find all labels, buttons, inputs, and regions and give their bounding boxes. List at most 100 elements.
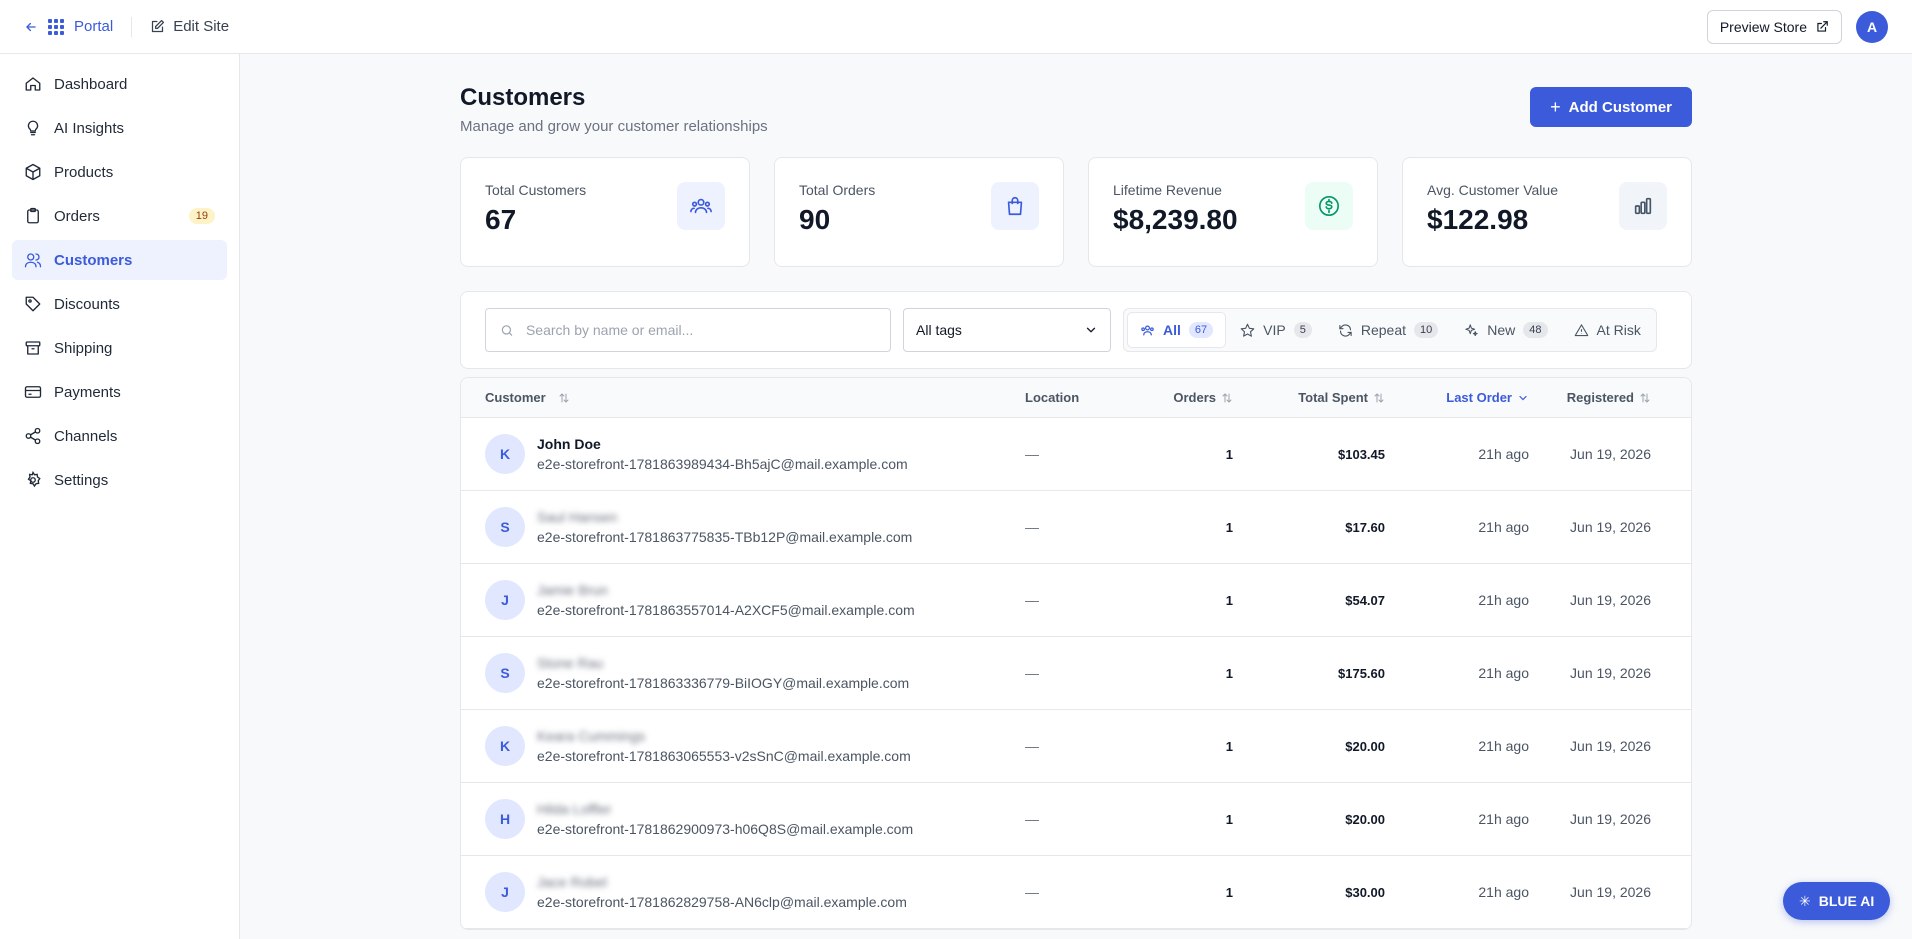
column-label: Location bbox=[1025, 390, 1080, 405]
customer-name[interactable]: Hilda Loffler bbox=[537, 801, 913, 817]
sidebar-item-products[interactable]: Products bbox=[12, 152, 227, 192]
sidebar-item-channels[interactable]: Channels bbox=[12, 416, 227, 456]
edit-site-link[interactable]: Edit Site bbox=[150, 18, 229, 35]
orders-cell: 1 bbox=[1225, 446, 1233, 462]
column-last-order[interactable]: Last Order bbox=[1385, 390, 1529, 405]
archive-icon bbox=[25, 341, 41, 355]
sidebar-item-label: Customers bbox=[54, 251, 133, 269]
stat-card-avg-customer-value: Avg. Customer Value $122.98 bbox=[1402, 157, 1692, 267]
portal-label: Portal bbox=[74, 18, 114, 35]
blue-ai-button[interactable]: ✳ BLUE AI bbox=[1783, 882, 1891, 920]
customer-cell: H Hilda Loffler e2e-storefront-17818629009… bbox=[461, 799, 1025, 839]
sidebar: Dashboard AI Insights Products Orders 19… bbox=[0, 54, 240, 939]
registered-cell: Jun 19, 2026 bbox=[1570, 519, 1651, 535]
customer-email: e2e-storefront-1781863065553-v2sSnC@mail… bbox=[537, 748, 911, 764]
customer-email: e2e-storefront-1781863557014-A2XCF5@mail… bbox=[537, 602, 915, 618]
customer-name[interactable]: Jace Robel bbox=[537, 874, 907, 890]
column-location: Location bbox=[1025, 390, 1133, 405]
sidebar-item-payments[interactable]: Payments bbox=[12, 372, 227, 412]
segment-repeat[interactable]: Repeat 10 bbox=[1326, 312, 1450, 348]
sort-icon bbox=[1640, 392, 1650, 403]
customer-name[interactable]: Jamie Brun bbox=[537, 582, 915, 598]
registered-cell: Jun 19, 2026 bbox=[1570, 811, 1651, 827]
location-cell: — bbox=[1025, 665, 1039, 681]
segment-at-risk[interactable]: At Risk bbox=[1562, 312, 1653, 348]
table-row[interactable]: J Jamie Brun e2e-storefront-1781863557014-… bbox=[461, 564, 1691, 637]
portal-link[interactable]: Portal bbox=[24, 18, 113, 35]
preview-store-label: Preview Store bbox=[1719, 18, 1807, 35]
registered-cell: Jun 19, 2026 bbox=[1570, 665, 1651, 681]
segment-new[interactable]: New 48 bbox=[1452, 312, 1559, 348]
column-registered[interactable]: Registered bbox=[1529, 390, 1675, 405]
users-icon bbox=[677, 182, 725, 230]
sparkle-icon bbox=[1465, 323, 1478, 336]
sidebar-item-label: AI Insights bbox=[54, 119, 125, 137]
stat-card-total-orders: Total Orders 90 bbox=[774, 157, 1064, 267]
sidebar-item-orders[interactable]: Orders 19 bbox=[12, 196, 227, 236]
user-avatar[interactable]: A bbox=[1856, 10, 1888, 43]
search-box bbox=[485, 308, 891, 352]
last-order-cell: 21h ago bbox=[1478, 665, 1529, 681]
segment-vip[interactable]: VIP 5 bbox=[1228, 312, 1324, 348]
top-bar: Portal Edit Site Preview Store A bbox=[0, 0, 1912, 54]
home-icon bbox=[25, 77, 41, 91]
orders-cell: 1 bbox=[1225, 519, 1233, 535]
sidebar-item-ai-insights[interactable]: AI Insights bbox=[12, 108, 227, 148]
customer-name[interactable]: Keara Cummings bbox=[537, 728, 911, 744]
users-icon bbox=[1141, 325, 1154, 335]
external-link-icon bbox=[1817, 20, 1828, 32]
search-input[interactable] bbox=[525, 322, 876, 338]
customer-cell: J Jace Robel e2e-storefront-1781862829758-… bbox=[461, 872, 1025, 912]
segment-count: 5 bbox=[1293, 322, 1312, 338]
customer-name[interactable]: Saul Hansen bbox=[537, 509, 912, 525]
segment-label: New bbox=[1487, 322, 1516, 338]
column-orders[interactable]: Orders bbox=[1133, 390, 1233, 405]
last-order-cell: 21h ago bbox=[1478, 592, 1529, 608]
registered-cell: Jun 19, 2026 bbox=[1570, 738, 1651, 754]
page-subtitle: Manage and grow your customer relationsh… bbox=[460, 118, 768, 135]
grid-icon bbox=[48, 18, 64, 35]
sidebar-item-dashboard[interactable]: Dashboard bbox=[12, 64, 227, 104]
sidebar-item-discounts[interactable]: Discounts bbox=[12, 284, 227, 324]
sidebar-item-shipping[interactable]: Shipping bbox=[12, 328, 227, 368]
sidebar-item-settings[interactable]: Settings bbox=[12, 460, 227, 500]
table-row[interactable]: K John Doe e2e-storefront-1781863989434-Bh… bbox=[461, 418, 1691, 491]
customer-cell: S Saul Hansen e2e-storefront-1781863775835… bbox=[461, 507, 1025, 547]
preview-store-button[interactable]: Preview Store bbox=[1706, 9, 1842, 44]
plus-icon: + bbox=[1550, 96, 1561, 117]
last-order-cell: 21h ago bbox=[1478, 884, 1529, 900]
add-customer-button[interactable]: + Add Customer bbox=[1530, 87, 1692, 127]
location-cell: — bbox=[1025, 811, 1039, 827]
warning-icon bbox=[1574, 323, 1588, 336]
table-row[interactable]: J Jace Robel e2e-storefront-1781862829758-… bbox=[461, 856, 1691, 929]
location-cell: — bbox=[1025, 519, 1039, 535]
table-row[interactable]: S Stone Rau e2e-storefront-1781863336779-B… bbox=[461, 637, 1691, 710]
blue-ai-label: BLUE AI bbox=[1818, 893, 1875, 909]
customer-name[interactable]: John Doe bbox=[537, 436, 908, 452]
registered-cell: Jun 19, 2026 bbox=[1570, 884, 1651, 900]
column-customer[interactable]: Customer bbox=[461, 390, 1025, 405]
location-cell: — bbox=[1025, 592, 1039, 608]
tags-select[interactable]: All tags bbox=[903, 308, 1111, 352]
table-row[interactable]: S Saul Hansen e2e-storefront-1781863775835… bbox=[461, 491, 1691, 564]
sidebar-item-label: Products bbox=[54, 163, 114, 181]
shopping-bag-icon bbox=[991, 182, 1039, 230]
sidebar-item-label: Dashboard bbox=[54, 75, 128, 93]
customer-cell: S Stone Rau e2e-storefront-1781863336779-B… bbox=[461, 653, 1025, 693]
customer-avatar: K bbox=[485, 726, 525, 766]
column-total-spent[interactable]: Total Spent bbox=[1233, 390, 1385, 405]
orders-count-badge: 19 bbox=[188, 208, 215, 224]
table-row[interactable]: H Hilda Loffler e2e-storefront-17818629009… bbox=[461, 783, 1691, 856]
segment-all[interactable]: All 67 bbox=[1127, 312, 1227, 348]
add-customer-label: Add Customer bbox=[1568, 98, 1672, 116]
asterisk-icon: ✳ bbox=[1799, 892, 1811, 909]
topbar-divider bbox=[131, 16, 133, 37]
customer-name[interactable]: Stone Rau bbox=[537, 655, 909, 671]
customer-cell: K John Doe e2e-storefront-1781863989434-Bh… bbox=[461, 434, 1025, 474]
last-order-cell: 21h ago bbox=[1478, 519, 1529, 535]
credit-card-icon bbox=[24, 386, 42, 398]
table-row[interactable]: K Keara Cummings e2e-storefront-1781863065… bbox=[461, 710, 1691, 783]
sidebar-item-customers[interactable]: Customers bbox=[12, 240, 227, 280]
customer-cell: K Keara Cummings e2e-storefront-1781863065… bbox=[461, 726, 1025, 766]
stat-card-lifetime-revenue: Lifetime Revenue $8,239.80 bbox=[1088, 157, 1378, 267]
